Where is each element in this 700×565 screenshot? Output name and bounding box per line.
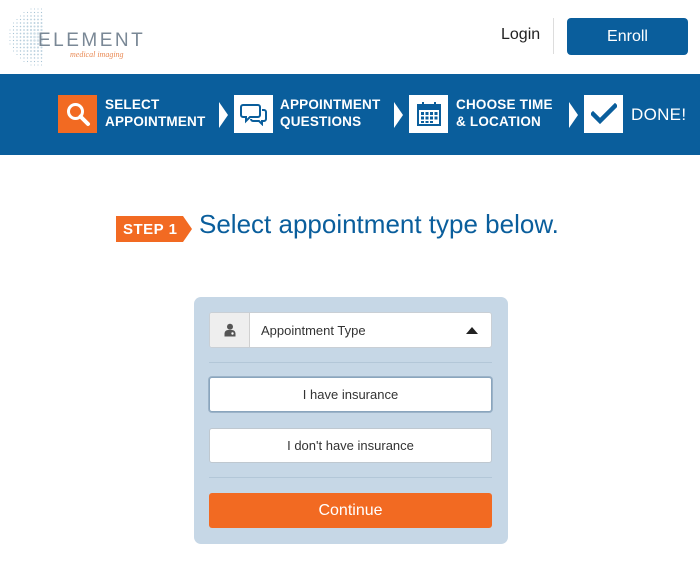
step-label-done: DONE! (631, 105, 687, 124)
step-badge-arrow (183, 216, 193, 242)
chevron-right-icon (219, 102, 228, 128)
caret-up-icon[interactable] (466, 327, 478, 334)
calendar-icon (409, 95, 448, 133)
step-label-select-appointment: SELECT APPOINTMENT (105, 97, 206, 129)
enroll-button[interactable]: Enroll (567, 18, 688, 55)
chat-bubbles-icon (234, 95, 273, 133)
header-divider (553, 18, 554, 54)
step-label-choose-time-location: CHOOSE TIME & LOCATION (456, 97, 553, 129)
login-link[interactable]: Login (501, 26, 540, 44)
search-icon (58, 95, 97, 133)
element-logo[interactable]: ELEMENT medical imaging (8, 6, 143, 68)
step-label-appointment-questions: APPOINTMENT QUESTIONS (280, 97, 381, 129)
progress-steps-bar: SELECT APPOINTMENT APPOINTMENT QUESTIONS… (0, 74, 700, 155)
select-addon (210, 313, 250, 347)
continue-button[interactable]: Continue (209, 493, 492, 528)
step-badge: STEP 1 (116, 216, 193, 242)
panel-divider (209, 477, 492, 478)
page-title: Select appointment type below. (199, 209, 559, 239)
appointment-type-field[interactable]: Appointment Type (250, 313, 491, 347)
checkmark-icon (584, 95, 623, 133)
appointment-form-panel: Appointment Type I have insurance I don'… (194, 297, 508, 544)
step-badge-text: STEP 1 (116, 216, 184, 242)
chevron-right-icon (569, 102, 578, 128)
logo-wordmark: ELEMENT (38, 30, 146, 51)
chevron-right-icon (394, 102, 403, 128)
doctor-icon (224, 323, 235, 337)
site-header: ELEMENT medical imaging Login Enroll (0, 0, 700, 74)
appointment-type-select[interactable]: Appointment Type (209, 312, 492, 348)
panel-divider (209, 362, 492, 363)
have-insurance-button[interactable]: I have insurance (209, 377, 492, 412)
no-insurance-button[interactable]: I don't have insurance (209, 428, 492, 463)
logo-tagline: medical imaging (70, 50, 124, 59)
appointment-type-value: Appointment Type (261, 322, 366, 338)
